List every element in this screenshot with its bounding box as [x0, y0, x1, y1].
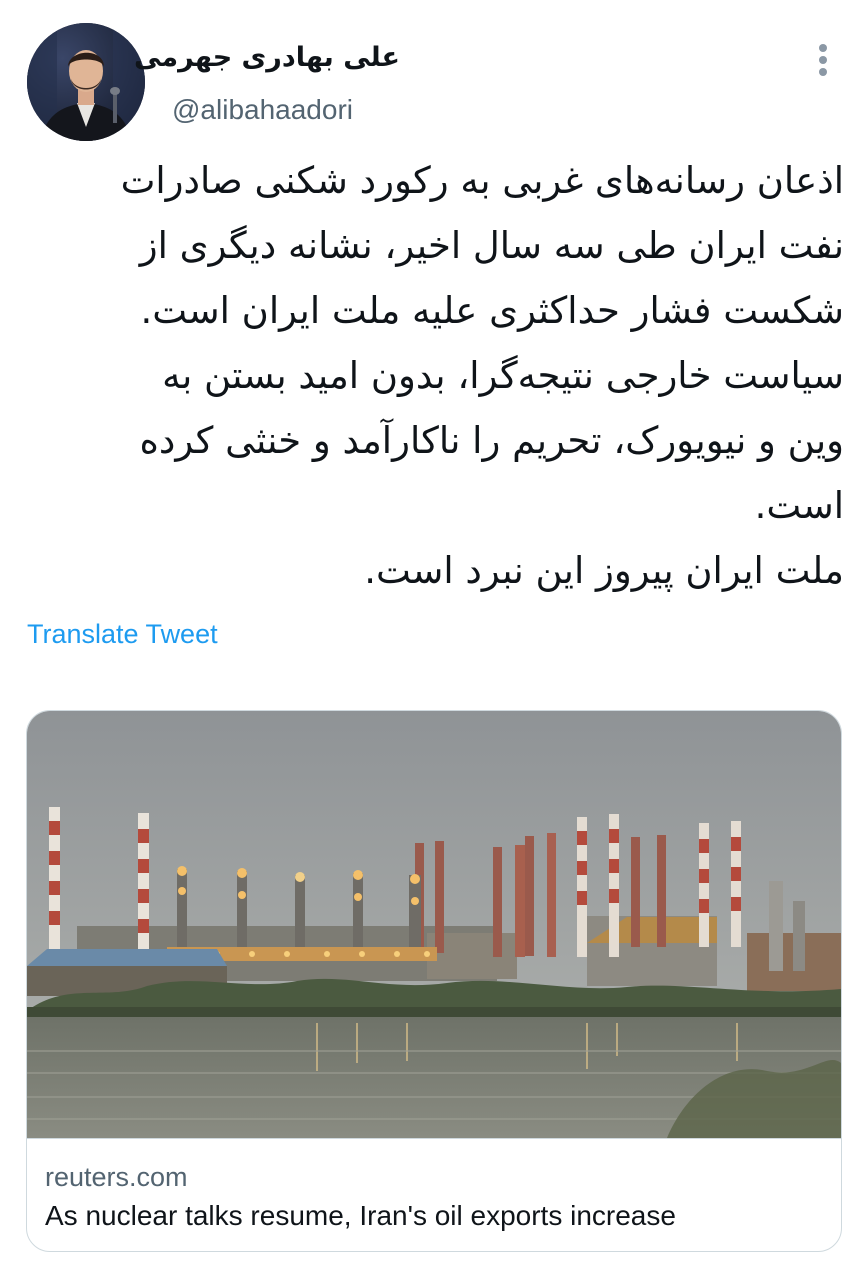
author-display-name[interactable]: علی بهادری جهرمی	[134, 40, 400, 76]
tweet-text-line: نفت ایران طی سه سال اخیر، نشانه دیگری از	[139, 224, 844, 267]
tweet-text-line: سیاست خارجی نتیجه‌گرا، بدون امید بستن به	[162, 354, 844, 397]
tweet-text: اذعان رسانه‌های غربی به رکورد شکنی صادرا…	[24, 148, 844, 603]
more-dot	[819, 56, 827, 64]
card-domain: reuters.com	[45, 1162, 188, 1192]
tweet-text-line: اذعان رسانه‌های غربی به رکورد شکنی صادرا…	[120, 159, 844, 202]
more-dot	[819, 68, 827, 76]
card-title[interactable]: As nuclear talks resume, Iran's oil expo…	[45, 1198, 676, 1234]
tweet-text-line: است.	[754, 484, 844, 527]
avatar-image	[27, 23, 145, 141]
translate-tweet-link[interactable]: Translate Tweet	[27, 616, 218, 652]
avatar[interactable]	[27, 23, 145, 141]
tweet-text-line: وین و نیویورک، تحریم را ناکارآمد و خنثی …	[139, 419, 844, 462]
link-preview-card[interactable]: reuters.com As nuclear talks resume, Ira…	[26, 710, 842, 1252]
tweet: علی بهادری جهرمی @alibahaadori اذعان رسا…	[0, 0, 861, 1280]
author-handle[interactable]: @alibahaadori	[172, 92, 353, 128]
card-image[interactable]	[27, 711, 841, 1139]
tweet-text-line: شکست فشار حداکثری علیه ملت ایران است.	[140, 289, 844, 332]
more-options-icon[interactable]	[809, 40, 837, 80]
tweet-text-line: ملت ایران پیروز این نبرد است.	[364, 549, 844, 592]
oil-refinery-photo	[27, 711, 841, 1138]
more-dot	[819, 44, 827, 52]
